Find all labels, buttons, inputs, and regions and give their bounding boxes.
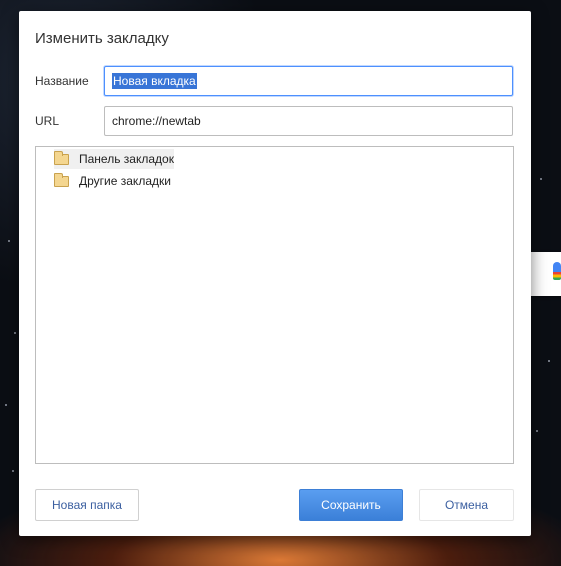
- cancel-button[interactable]: Отмена: [419, 489, 514, 521]
- edit-bookmark-dialog: Изменить закладку Название Новая вкладка…: [19, 11, 531, 536]
- save-button[interactable]: Сохранить: [299, 489, 403, 521]
- name-label: Название: [35, 74, 89, 88]
- name-field[interactable]: Новая вкладка: [104, 66, 513, 96]
- star: [14, 332, 16, 334]
- folder-icon: [54, 150, 69, 165]
- tree-item-label: Другие закладки: [79, 174, 171, 188]
- tree-item-other-bookmarks[interactable]: Другие закладки: [54, 171, 171, 191]
- folder-tree[interactable]: Панель закладок Другие закладки: [35, 146, 514, 464]
- new-folder-button[interactable]: Новая папка: [35, 489, 139, 521]
- star: [548, 360, 550, 362]
- tree-item-bookmarks-bar[interactable]: Панель закладок: [54, 149, 174, 169]
- url-label: URL: [35, 114, 60, 128]
- star: [540, 178, 542, 180]
- microphone-icon: [553, 262, 561, 280]
- folder-icon: [54, 172, 69, 187]
- star: [12, 470, 14, 472]
- tree-item-label: Панель закладок: [79, 152, 174, 166]
- star: [536, 430, 538, 432]
- url-field[interactable]: chrome://newtab: [104, 106, 513, 136]
- url-field-value: chrome://newtab: [112, 114, 201, 128]
- dialog-title: Изменить закладку: [35, 30, 169, 47]
- star: [5, 404, 7, 406]
- name-field-value: Новая вкладка: [112, 73, 197, 89]
- star: [8, 240, 10, 242]
